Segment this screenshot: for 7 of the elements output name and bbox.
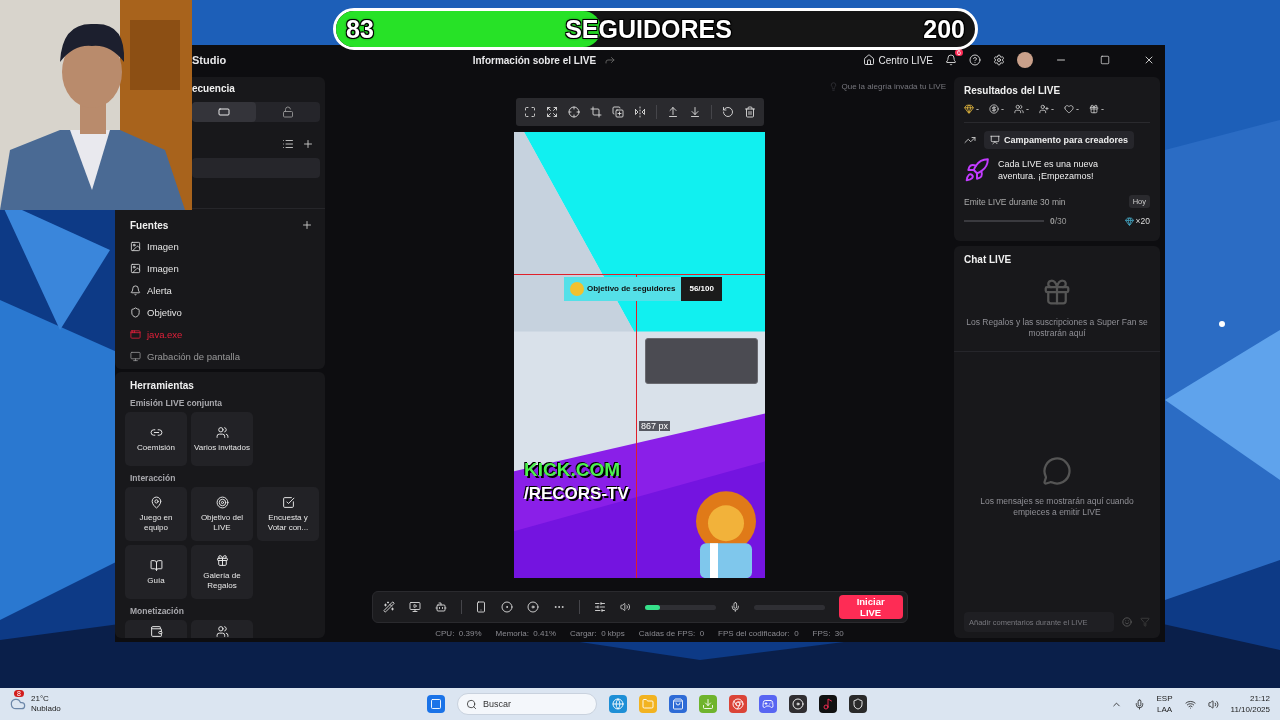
keyboard-layout[interactable]: LAA xyxy=(1156,704,1173,715)
clock-time[interactable]: 21:12 xyxy=(1249,693,1270,704)
temperature: 21°C xyxy=(31,694,50,704)
weather-condition: Nublado xyxy=(31,704,61,714)
language[interactable]: ESP xyxy=(1156,693,1173,704)
clock-date[interactable]: 11/10/2025 xyxy=(1230,704,1270,715)
search-field[interactable]: Buscar xyxy=(457,693,597,715)
